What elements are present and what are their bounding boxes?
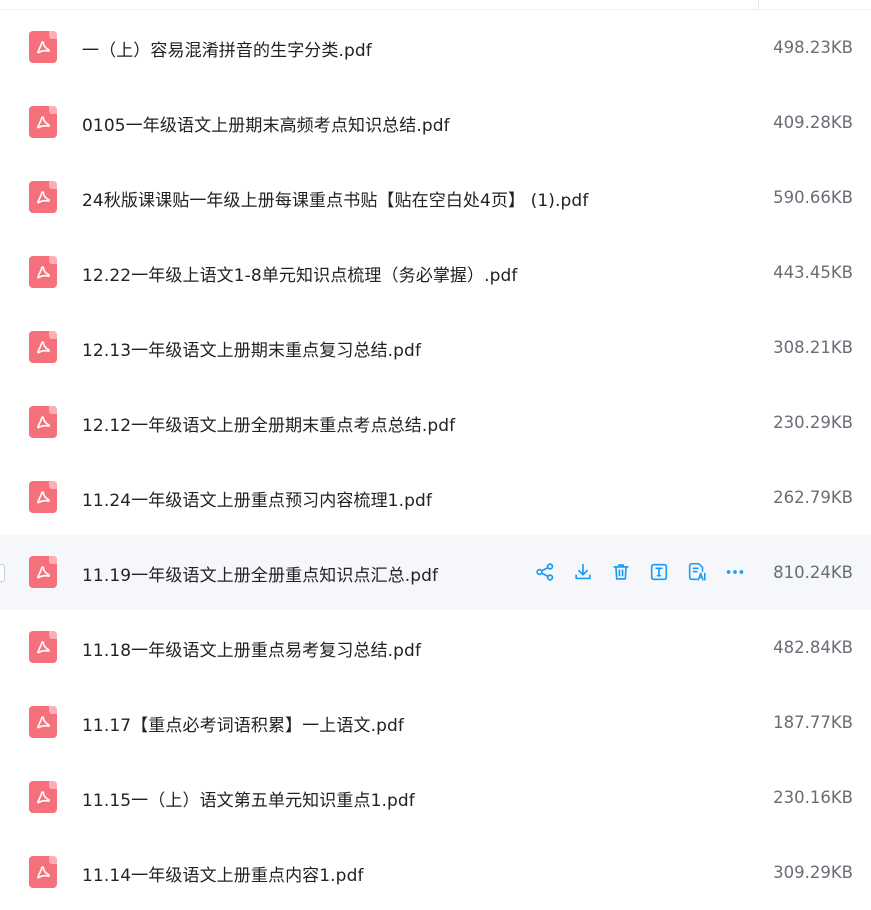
file-name[interactable]: 12.22一年级上语文1-8单元知识点梳理（务必掌握）.pdf	[82, 261, 518, 286]
file-size: 443.45KB	[773, 263, 853, 282]
file-name[interactable]: 11.14一年级语文上册重点内容1.pdf	[82, 861, 364, 886]
file-size: 309.29KB	[773, 863, 853, 882]
file-size: 230.16KB	[773, 788, 853, 807]
row-checkbox[interactable]	[0, 564, 5, 582]
pdf-file-icon	[29, 481, 57, 513]
file-name[interactable]: 11.18一年级语文上册重点易考复习总结.pdf	[82, 636, 421, 661]
file-name[interactable]: 11.19一年级语文上册全册重点知识点汇总.pdf	[82, 561, 438, 586]
file-name[interactable]: 11.24一年级语文上册重点预习内容梳理1.pdf	[82, 486, 432, 511]
file-size: 590.66KB	[773, 188, 853, 207]
file-size: 262.79KB	[773, 488, 853, 507]
file-size: 498.23KB	[773, 38, 853, 57]
file-size: 230.29KB	[773, 413, 853, 432]
file-row[interactable]: 11.18一年级语文上册重点易考复习总结.pdf 482.84KB	[0, 610, 871, 685]
file-size: 482.84KB	[773, 638, 853, 657]
file-name[interactable]: 0105一年级语文上册期末高频考点知识总结.pdf	[82, 111, 450, 136]
file-row[interactable]: 0105一年级语文上册期末高频考点知识总结.pdf 409.28KB	[0, 85, 871, 160]
pdf-file-icon	[29, 256, 57, 288]
share-icon[interactable]	[532, 559, 558, 585]
file-list: 一（上）容易混淆拼音的生字分类.pdf 498.23KB 0105一年级语文上册期末…	[0, 10, 871, 910]
file-name[interactable]: 11.15一（上）语文第五单元知识重点1.pdf	[82, 786, 415, 811]
pdf-file-icon	[29, 331, 57, 363]
more-icon[interactable]	[722, 559, 748, 585]
column-divider	[758, 0, 759, 9]
file-row[interactable]: 12.13一年级语文上册期末重点复习总结.pdf 308.21KB	[0, 310, 871, 385]
row-actions	[532, 559, 748, 585]
file-row[interactable]: 11.14一年级语文上册重点内容1.pdf 309.29KB	[0, 835, 871, 910]
file-row[interactable]: 一（上）容易混淆拼音的生字分类.pdf 498.23KB	[0, 10, 871, 85]
pdf-file-icon	[29, 106, 57, 138]
pdf-file-icon	[29, 31, 57, 63]
file-row[interactable]: 11.19一年级语文上册全册重点知识点汇总.pdf 810.24KB	[0, 535, 871, 610]
file-name[interactable]: 12.13一年级语文上册期末重点复习总结.pdf	[82, 336, 421, 361]
pdf-file-icon	[29, 856, 57, 888]
pdf-file-icon	[29, 631, 57, 663]
file-name[interactable]: 24秋版课课贴一年级上册每课重点书贴【贴在空白处4页】 (1).pdf	[82, 186, 588, 211]
download-icon[interactable]	[570, 559, 596, 585]
file-size: 187.77KB	[773, 713, 853, 732]
pdf-file-icon	[29, 181, 57, 213]
rename-icon[interactable]	[646, 559, 672, 585]
file-row[interactable]: 24秋版课课贴一年级上册每课重点书贴【贴在空白处4页】 (1).pdf 590.6…	[0, 160, 871, 235]
pdf-file-icon	[29, 781, 57, 813]
file-name[interactable]: 12.12一年级语文上册全册期末重点考点总结.pdf	[82, 411, 455, 436]
pdf-file-icon	[29, 706, 57, 738]
file-row[interactable]: 12.22一年级上语文1-8单元知识点梳理（务必掌握）.pdf 443.45KB	[0, 235, 871, 310]
pdf-file-icon	[29, 406, 57, 438]
ai-document-icon[interactable]	[684, 559, 710, 585]
file-row[interactable]: 12.12一年级语文上册全册期末重点考点总结.pdf 230.29KB	[0, 385, 871, 460]
file-size: 409.28KB	[773, 113, 853, 132]
file-name[interactable]: 一（上）容易混淆拼音的生字分类.pdf	[82, 36, 372, 61]
list-header-strip	[0, 0, 871, 10]
file-row[interactable]: 11.24一年级语文上册重点预习内容梳理1.pdf 262.79KB	[0, 460, 871, 535]
file-size: 308.21KB	[773, 338, 853, 357]
file-row[interactable]: 11.15一（上）语文第五单元知识重点1.pdf 230.16KB	[0, 760, 871, 835]
file-size: 810.24KB	[773, 563, 853, 582]
delete-icon[interactable]	[608, 559, 634, 585]
file-name[interactable]: 11.17【重点必考词语积累】一上语文.pdf	[82, 711, 404, 736]
file-row[interactable]: 11.17【重点必考词语积累】一上语文.pdf 187.77KB	[0, 685, 871, 760]
pdf-file-icon	[29, 556, 57, 588]
